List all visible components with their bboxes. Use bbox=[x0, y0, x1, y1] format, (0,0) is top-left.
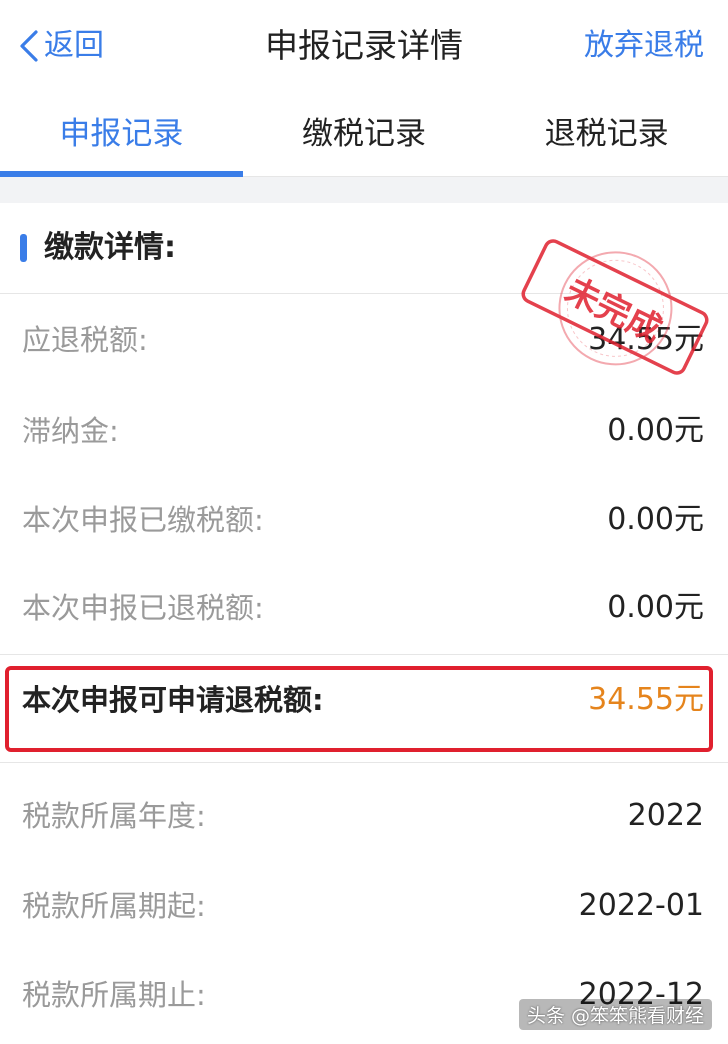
detail-row-tax-year: 税款所属年度: 2022 bbox=[0, 786, 728, 846]
divider bbox=[0, 762, 728, 763]
row-value: 2022-01 bbox=[578, 888, 704, 923]
nav-bar: 返回 申报记录详情 放弃退税 bbox=[0, 0, 728, 93]
detail-row-refundable-tax: 应退税额: 34.55元 bbox=[0, 310, 728, 370]
detail-row-refunded-tax: 本次申报已退税额: 0.00元 bbox=[0, 578, 728, 638]
row-value: 2022 bbox=[627, 798, 704, 833]
section-accent-bar bbox=[20, 234, 27, 262]
tab-bar: 申报记录 缴税记录 退税记录 bbox=[0, 92, 728, 177]
tab-declaration-records[interactable]: 申报记录 bbox=[0, 92, 243, 177]
row-label: 税款所属期起: bbox=[22, 889, 206, 923]
row-label: 税款所属期止: bbox=[22, 978, 206, 1012]
row-value: 0.00元 bbox=[607, 413, 704, 448]
section-gap bbox=[0, 177, 728, 203]
section-header: 缴款详情: bbox=[0, 203, 728, 294]
abandon-refund-button[interactable]: 放弃退税 bbox=[584, 22, 704, 70]
row-value: 0.00元 bbox=[607, 502, 704, 537]
highlight-box bbox=[5, 666, 713, 752]
detail-row-paid-tax: 本次申报已缴税额: 0.00元 bbox=[0, 490, 728, 550]
divider bbox=[0, 654, 728, 655]
watermark: 头条 @笨笨熊看财经 bbox=[518, 999, 712, 1030]
row-label: 本次申报已缴税额: bbox=[22, 503, 264, 537]
row-label: 滞纳金: bbox=[22, 414, 119, 448]
row-label: 税款所属年度: bbox=[22, 799, 206, 833]
row-value: 0.00元 bbox=[607, 590, 704, 625]
row-label: 本次申报已退税额: bbox=[22, 591, 264, 625]
tab-refund-records[interactable]: 退税记录 bbox=[485, 92, 728, 176]
detail-row-period-start: 税款所属期起: 2022-01 bbox=[0, 876, 728, 936]
row-value: 34.55元 bbox=[588, 322, 704, 357]
row-label: 应退税额: bbox=[22, 323, 148, 357]
detail-row-late-fee: 滞纳金: 0.00元 bbox=[0, 401, 728, 461]
section-title: 缴款详情: bbox=[44, 230, 176, 265]
tab-payment-records[interactable]: 缴税记录 bbox=[243, 92, 486, 176]
